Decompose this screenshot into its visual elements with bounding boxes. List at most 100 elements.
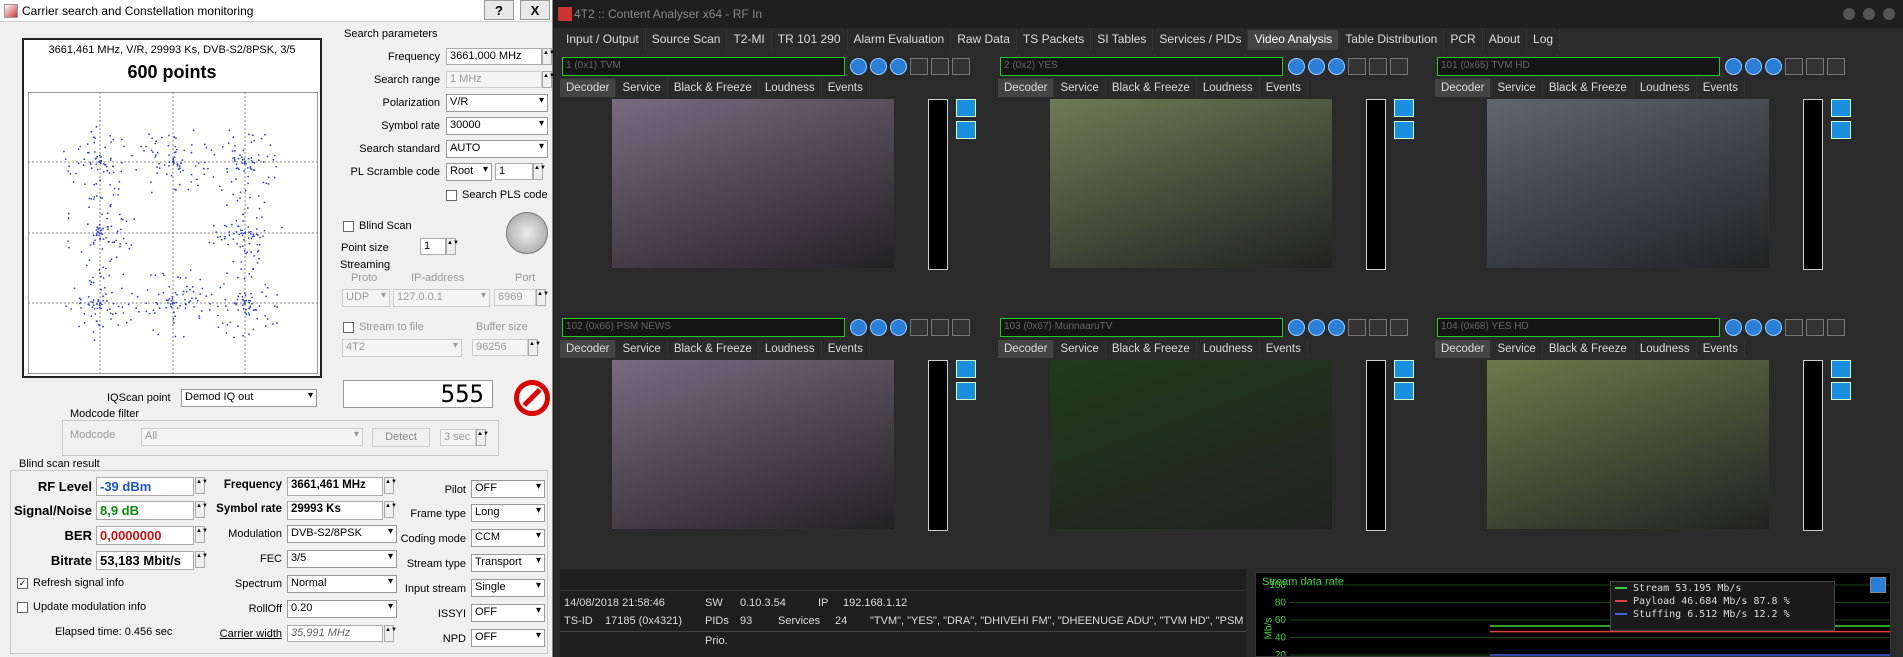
input-stream-select[interactable]: Single [471, 579, 545, 597]
record-icon[interactable] [1745, 319, 1762, 336]
fec-select[interactable]: 3/5 [287, 550, 397, 568]
monitor-icon[interactable] [1806, 58, 1824, 75]
subtab-service[interactable]: Service [1491, 79, 1543, 97]
display-icon[interactable] [1394, 382, 1414, 400]
menu-item-alarm-evaluation[interactable]: Alarm Evaluation [848, 30, 952, 50]
subtab-events[interactable]: Events [822, 340, 870, 358]
port-spin[interactable]: ▲▼ [536, 289, 549, 306]
modulation-select[interactable]: DVB-S2/8PSK [287, 525, 397, 543]
snapshot-icon[interactable] [1831, 360, 1851, 378]
previous-icon[interactable] [1288, 319, 1305, 336]
ip-select[interactable]: 127.0.0.1 [393, 289, 490, 307]
snapshot-icon[interactable] [1394, 360, 1414, 378]
subtab-service[interactable]: Service [1054, 340, 1106, 358]
subtab-loudness[interactable]: Loudness [759, 79, 822, 97]
buffer-size-spin[interactable]: ▲▼ [528, 339, 541, 356]
proto-select[interactable]: UDP [342, 289, 390, 307]
settings-icon[interactable] [952, 319, 970, 336]
subtab-service[interactable]: Service [616, 79, 668, 97]
menu-item-raw-data[interactable]: Raw Data [951, 30, 1017, 50]
menu-item-table-distribution[interactable]: Table Distribution [1339, 30, 1445, 50]
settings-icon[interactable] [1827, 58, 1845, 75]
display-icon[interactable] [1831, 382, 1851, 400]
symbol-rate-select[interactable]: 30000 [446, 117, 548, 135]
res-symbol-rate-spin[interactable]: ▲▼ [384, 501, 397, 518]
satellite-dish-icon[interactable] [506, 212, 548, 254]
channel-name[interactable]: 102 (0x66) PSM NEWS [562, 318, 845, 337]
record-icon[interactable] [870, 58, 887, 75]
subtab-loudness[interactable]: Loudness [1197, 79, 1260, 97]
menu-item-si-tables[interactable]: SI Tables [1091, 30, 1154, 50]
display-icon[interactable] [1394, 121, 1414, 139]
pl-scramble-input[interactable]: 1 [495, 163, 533, 180]
stop-icon[interactable] [514, 380, 550, 416]
snapshot-icon[interactable] [956, 360, 976, 378]
previous-icon[interactable] [1725, 58, 1742, 75]
subtab-black-freeze[interactable]: Black & Freeze [668, 340, 759, 358]
subtab-decoder[interactable]: Decoder [998, 340, 1055, 358]
frequency-input[interactable]: 3661,000 MHz [446, 48, 542, 65]
record-icon[interactable] [1308, 319, 1325, 336]
subtab-loudness[interactable]: Loudness [1634, 79, 1697, 97]
stream-to-file-checkbox[interactable] [343, 322, 354, 333]
subtab-black-freeze[interactable]: Black & Freeze [1543, 340, 1634, 358]
menu-item-video-analysis[interactable]: Video Analysis [1248, 30, 1340, 50]
channel-name[interactable]: 101 (0x65) TVM HD [1437, 57, 1720, 76]
update-mod-checkbox[interactable] [17, 602, 28, 613]
settings-icon[interactable] [1390, 58, 1408, 75]
menu-item-tr-101-290[interactable]: TR 101 290 [772, 30, 848, 50]
subtab-service[interactable]: Service [1054, 79, 1106, 97]
coding-mode-select[interactable]: CCM [471, 529, 545, 547]
seconds-spin[interactable]: ▲▼ [476, 429, 489, 446]
display-icon[interactable] [956, 382, 976, 400]
subtab-black-freeze[interactable]: Black & Freeze [1543, 79, 1634, 97]
detect-button[interactable]: Detect [372, 428, 430, 447]
pl-scramble-spin[interactable]: ▲▼ [533, 163, 546, 180]
monitor-icon[interactable] [1369, 58, 1387, 75]
rolloff-select[interactable]: 0.20 [287, 600, 397, 618]
subtab-loudness[interactable]: Loudness [1634, 340, 1697, 358]
monitor-icon[interactable] [1369, 319, 1387, 336]
channel-name[interactable]: 103 (0x67) MunnaaruTV [1000, 318, 1283, 337]
channel-name[interactable]: 1 (0x1) TVM [562, 57, 845, 76]
subtab-events[interactable]: Events [1260, 79, 1308, 97]
menu-item-services-pids[interactable]: Services / PIDs [1153, 30, 1249, 50]
subtab-events[interactable]: Events [1260, 340, 1308, 358]
carrier-width-spin[interactable]: ▲▼ [384, 625, 397, 642]
previous-icon[interactable] [850, 319, 867, 336]
mute-icon[interactable] [910, 58, 928, 75]
mute-icon[interactable] [1785, 58, 1803, 75]
res-frequency-spin[interactable]: ▲▼ [384, 477, 397, 494]
subtab-black-freeze[interactable]: Black & Freeze [1106, 79, 1197, 97]
monitor-icon[interactable] [931, 58, 949, 75]
buffer-size-input[interactable]: 96256 [472, 339, 528, 356]
pl-scramble-type-select[interactable]: Root [446, 163, 492, 181]
menu-item-log[interactable]: Log [1527, 30, 1561, 50]
subtab-events[interactable]: Events [1697, 340, 1745, 358]
close-window-icon[interactable] [1883, 8, 1895, 20]
next-icon[interactable] [1765, 58, 1782, 75]
snapshot-icon[interactable] [956, 99, 976, 117]
display-icon[interactable] [956, 121, 976, 139]
iqscan-select[interactable]: Demod IQ out [181, 389, 317, 407]
file-select[interactable]: 4T2 [342, 339, 462, 357]
record-icon[interactable] [1308, 58, 1325, 75]
mute-icon[interactable] [910, 319, 928, 336]
spectrum-select[interactable]: Normal [287, 575, 397, 593]
minimize-icon[interactable] [1843, 8, 1855, 20]
subtab-service[interactable]: Service [1491, 340, 1543, 358]
close-button[interactable]: X [520, 0, 550, 20]
menu-item-t2-mi[interactable]: T2-MI [727, 30, 772, 50]
settings-icon[interactable] [1827, 319, 1845, 336]
previous-icon[interactable] [850, 58, 867, 75]
modcode-select[interactable]: All [141, 428, 363, 446]
next-icon[interactable] [890, 58, 907, 75]
channel-name[interactable]: 2 (0x2) YES [1000, 57, 1283, 76]
subtab-decoder[interactable]: Decoder [998, 79, 1055, 97]
subtab-decoder[interactable]: Decoder [1435, 340, 1492, 358]
monitor-icon[interactable] [1806, 319, 1824, 336]
record-icon[interactable] [870, 319, 887, 336]
help-button[interactable]: ? [484, 0, 514, 20]
frame-type-select[interactable]: Long [471, 504, 545, 522]
subtab-service[interactable]: Service [616, 340, 668, 358]
